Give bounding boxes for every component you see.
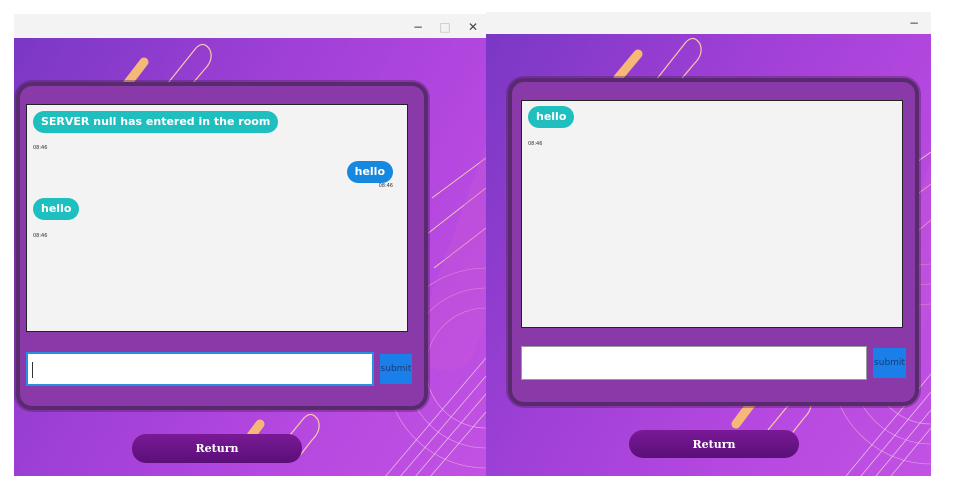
chat-panel: SERVER null has entered in the room 08:4…	[16, 82, 428, 410]
minimize-button[interactable]: −	[902, 16, 926, 30]
message-time: 08:46	[528, 141, 543, 147]
message-bubble: SERVER null has entered in the room	[33, 111, 279, 133]
message-input[interactable]	[521, 346, 867, 380]
message-bubble: hello	[33, 198, 80, 220]
chat-window-right: − hello 08:46 submit Return	[486, 12, 931, 476]
message-list[interactable]: hello 08:46	[521, 100, 903, 328]
text-caret	[32, 362, 33, 378]
close-button[interactable]: ✕	[461, 20, 485, 34]
message-time: 08:46	[33, 233, 48, 239]
message-time: 08:46	[378, 183, 393, 189]
message-bubble: hello	[528, 106, 575, 128]
chat-window-left: − □ ✕ SERVER null has entered in the roo…	[14, 14, 486, 476]
message-list[interactable]: SERVER null has entered in the room 08:4…	[26, 104, 408, 332]
return-button[interactable]: Return	[629, 430, 799, 458]
submit-button[interactable]: submit	[380, 354, 412, 384]
submit-button[interactable]: submit	[873, 348, 906, 378]
chat-panel: hello 08:46 submit	[508, 78, 919, 406]
title-bar: − □ ✕	[14, 14, 486, 38]
minimize-button[interactable]: −	[406, 20, 430, 34]
return-button[interactable]: Return	[132, 434, 302, 463]
message-bubble: hello	[346, 161, 393, 183]
message-time: 08:46	[33, 145, 48, 151]
title-bar: −	[486, 12, 931, 34]
maximize-button[interactable]: □	[433, 20, 457, 34]
message-input[interactable]	[26, 352, 374, 386]
